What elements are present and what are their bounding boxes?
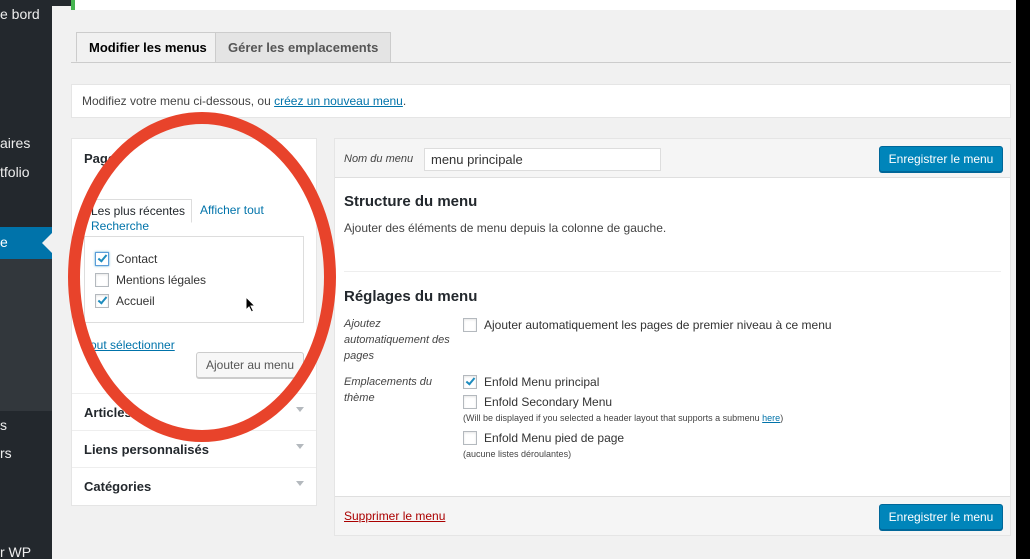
tab-search[interactable]: Recherche: [91, 219, 149, 233]
location-option[interactable]: Enfold Secondary Menu: [463, 394, 763, 412]
page-label: Mentions légales: [116, 273, 207, 287]
tab-divider: [71, 62, 1011, 63]
footer-note: (aucune listes déroulantes): [463, 449, 572, 459]
menu-name-input[interactable]: [424, 148, 661, 171]
chevron-down-icon: [296, 481, 304, 486]
structure-title: Structure du menu: [344, 193, 478, 210]
auto-add-option[interactable]: Ajouter automatiquement les pages de pre…: [463, 317, 983, 335]
editor-header: Nom du menu Enregistrer le menu: [335, 139, 1010, 178]
pages-checklist: Contact Mentions légales Accueil: [84, 236, 304, 323]
mouse-cursor-icon: [245, 296, 257, 313]
check-icon: [97, 252, 108, 263]
accordion-label: Liens personnalisés: [84, 442, 209, 457]
sidebar-item-comments[interactable]: aires: [0, 135, 30, 151]
manage-suffix: .: [402, 94, 407, 108]
note-end: ): [780, 413, 784, 423]
screen-edge: [1016, 0, 1030, 559]
note-text: (Will be displayed if you selected a hea…: [463, 413, 763, 423]
accordion-label: Articles: [84, 405, 132, 420]
menu-items-panel: Pages Les plus récentes Afficher tout Re…: [71, 138, 317, 506]
auto-add-label: Ajoutez automatiquement des pages: [344, 318, 450, 362]
structure-hint: Ajouter des éléments de menu depuis la c…: [344, 221, 667, 235]
manage-menus-bar: Modifiez votre menu ci-dessous, ou créez…: [71, 84, 1011, 118]
create-menu-link[interactable]: créez un nouveau menu: [274, 94, 403, 108]
option-label: Enfold Menu principal: [484, 375, 600, 389]
sidebar-item-settings[interactable]: rs: [0, 445, 12, 461]
checkbox-secondary-menu[interactable]: [463, 395, 477, 409]
manage-text: Modifiez votre menu ci-dessous, ou: [82, 94, 275, 108]
checkbox-footer-menu[interactable]: [463, 431, 477, 445]
editor-footer: Supprimer le menu Enregistrer le menu: [335, 496, 1010, 535]
accordion-custom-links[interactable]: Liens personnalisés: [72, 430, 316, 467]
admin-sidebar: e bord aires tfolio e s rs r WP: [0, 0, 52, 559]
add-to-menu-button[interactable]: Ajouter au menu: [196, 352, 304, 378]
checkbox-contact[interactable]: [95, 252, 109, 266]
option-label: Ajouter automatiquement les pages de pre…: [484, 318, 832, 332]
page-label: Accueil: [116, 294, 155, 308]
check-icon: [465, 375, 476, 386]
accordion-label: Catégories: [84, 479, 152, 494]
tab-view-all[interactable]: Afficher tout: [200, 203, 264, 217]
delete-menu-link[interactable]: Supprimer le menu: [344, 509, 445, 523]
sidebar-item-portfolio[interactable]: tfolio: [0, 164, 30, 180]
select-all-link[interactable]: Tout sélectionner: [84, 338, 175, 352]
checkbox-accueil[interactable]: [95, 294, 109, 308]
tab-edit-menus[interactable]: Modifier les menus: [76, 32, 220, 62]
secondary-note: (Will be displayed if you selected a hea…: [463, 413, 783, 423]
checkbox-mentions[interactable]: [95, 273, 109, 287]
accordion-categories[interactable]: Catégories: [72, 467, 316, 504]
sidebar-active-arrow: [42, 233, 52, 253]
sidebar-submenu: [0, 259, 52, 411]
sidebar-item-tools[interactable]: s: [0, 417, 7, 433]
sidebar-item-dashboard[interactable]: e bord: [0, 6, 40, 22]
settings-divider: [344, 271, 1001, 272]
notice-edge: [71, 0, 1016, 10]
menu-editor: Nom du menu Enregistrer le menu Structur…: [334, 138, 1011, 536]
menu-name-label: Nom du menu: [344, 153, 414, 165]
location-option[interactable]: Enfold Menu pied de page: [463, 430, 763, 448]
save-menu-button[interactable]: Enregistrer le menu: [879, 146, 1003, 172]
page-label: Contact: [116, 252, 158, 266]
accordion-articles[interactable]: Articles: [72, 393, 316, 430]
settings-title: Réglages du menu: [344, 288, 478, 305]
pages-section-title[interactable]: Pages: [84, 151, 122, 166]
checkbox-main-menu[interactable]: [463, 375, 477, 389]
checkbox-auto-add[interactable]: [463, 318, 477, 332]
submenu-here-link[interactable]: here: [762, 413, 780, 423]
option-label: Enfold Menu pied de page: [484, 431, 625, 445]
save-menu-button-bottom[interactable]: Enregistrer le menu: [879, 504, 1003, 530]
sidebar-item-appearance-label: e: [0, 234, 8, 250]
tab-manage-locations[interactable]: Gérer les emplacements: [215, 32, 392, 62]
chevron-down-icon: [296, 407, 304, 412]
main-content: Modifier les menus Gérer les emplacement…: [52, 0, 1016, 559]
locations-label: Emplacements du thème: [344, 376, 433, 404]
check-icon: [97, 294, 108, 305]
chevron-down-icon: [296, 444, 304, 449]
option-label: Enfold Secondary Menu: [484, 395, 613, 409]
sidebar-item-collapse[interactable]: r WP: [0, 544, 31, 559]
location-option[interactable]: Enfold Menu principal: [463, 374, 763, 392]
